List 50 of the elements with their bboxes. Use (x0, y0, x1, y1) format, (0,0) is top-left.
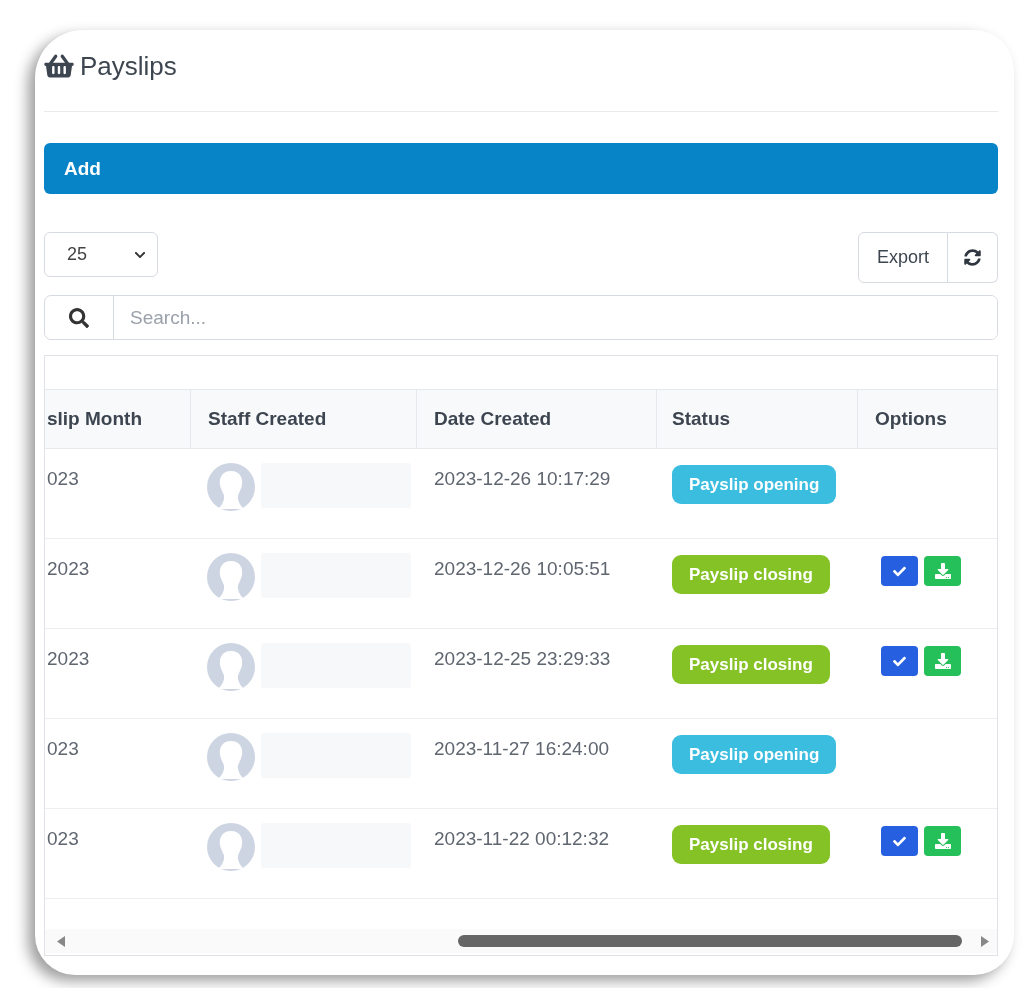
table-cell: 2023 (47, 558, 90, 580)
export-button[interactable]: Export (858, 232, 948, 283)
column-header[interactable]: Staff Created (191, 389, 417, 449)
horizontal-scrollbar[interactable] (45, 929, 997, 953)
basket-icon (44, 53, 74, 79)
search-field[interactable]: Search... (44, 295, 998, 340)
table-cell: 2023 (47, 648, 90, 670)
table-cell: 023 (47, 468, 79, 490)
column-header[interactable]: Status (657, 389, 858, 449)
status-badge: Payslip opening (672, 465, 837, 504)
status-badge: Payslip closing (672, 825, 830, 864)
scroll-left-icon[interactable] (57, 935, 65, 947)
status-badge: Payslip opening (672, 735, 837, 774)
refresh-button[interactable] (948, 232, 998, 283)
download-button[interactable] (924, 826, 961, 856)
avatar-icon (207, 463, 255, 511)
table-cell: 2023-11-22 00:12:32 (434, 828, 610, 850)
approve-button[interactable] (881, 556, 918, 586)
download-button[interactable] (924, 556, 961, 586)
column-header[interactable]: slip Month (45, 389, 191, 449)
search-icon (69, 307, 89, 328)
scrollbar-thumb[interactable] (458, 935, 962, 947)
page-length-select[interactable]: 25 (44, 232, 158, 277)
check-icon (892, 564, 907, 578)
avatar-icon (207, 553, 255, 601)
page-title: Payslips (80, 50, 177, 82)
avatar-icon (207, 733, 255, 781)
download-button[interactable] (924, 646, 961, 676)
status-badge: Payslip closing (672, 645, 830, 684)
table-cell: 2023-11-27 16:24:00 (434, 738, 610, 760)
status-badge: Payslip closing (672, 555, 830, 594)
check-icon (892, 654, 907, 668)
avatar-icon (207, 643, 255, 691)
table-cell: 023 (47, 738, 79, 760)
table-cell: 2023-12-26 10:05:51 (434, 558, 611, 580)
download-icon (934, 653, 951, 669)
column-header[interactable]: Date Created (417, 389, 657, 449)
table-cell: 023 (47, 828, 79, 850)
approve-button[interactable] (881, 646, 918, 676)
column-header[interactable]: Options (858, 389, 997, 449)
refresh-icon (964, 249, 981, 266)
download-icon (934, 563, 951, 579)
avatar-icon (207, 823, 255, 871)
table-cell: 2023-12-25 23:29:33 (434, 648, 611, 670)
check-icon (892, 834, 907, 848)
scroll-right-icon[interactable] (981, 935, 989, 947)
download-icon (934, 833, 951, 849)
approve-button[interactable] (881, 826, 918, 856)
table-cell: 2023-12-26 10:17:29 (434, 468, 611, 490)
add-button[interactable]: Add (44, 143, 998, 194)
